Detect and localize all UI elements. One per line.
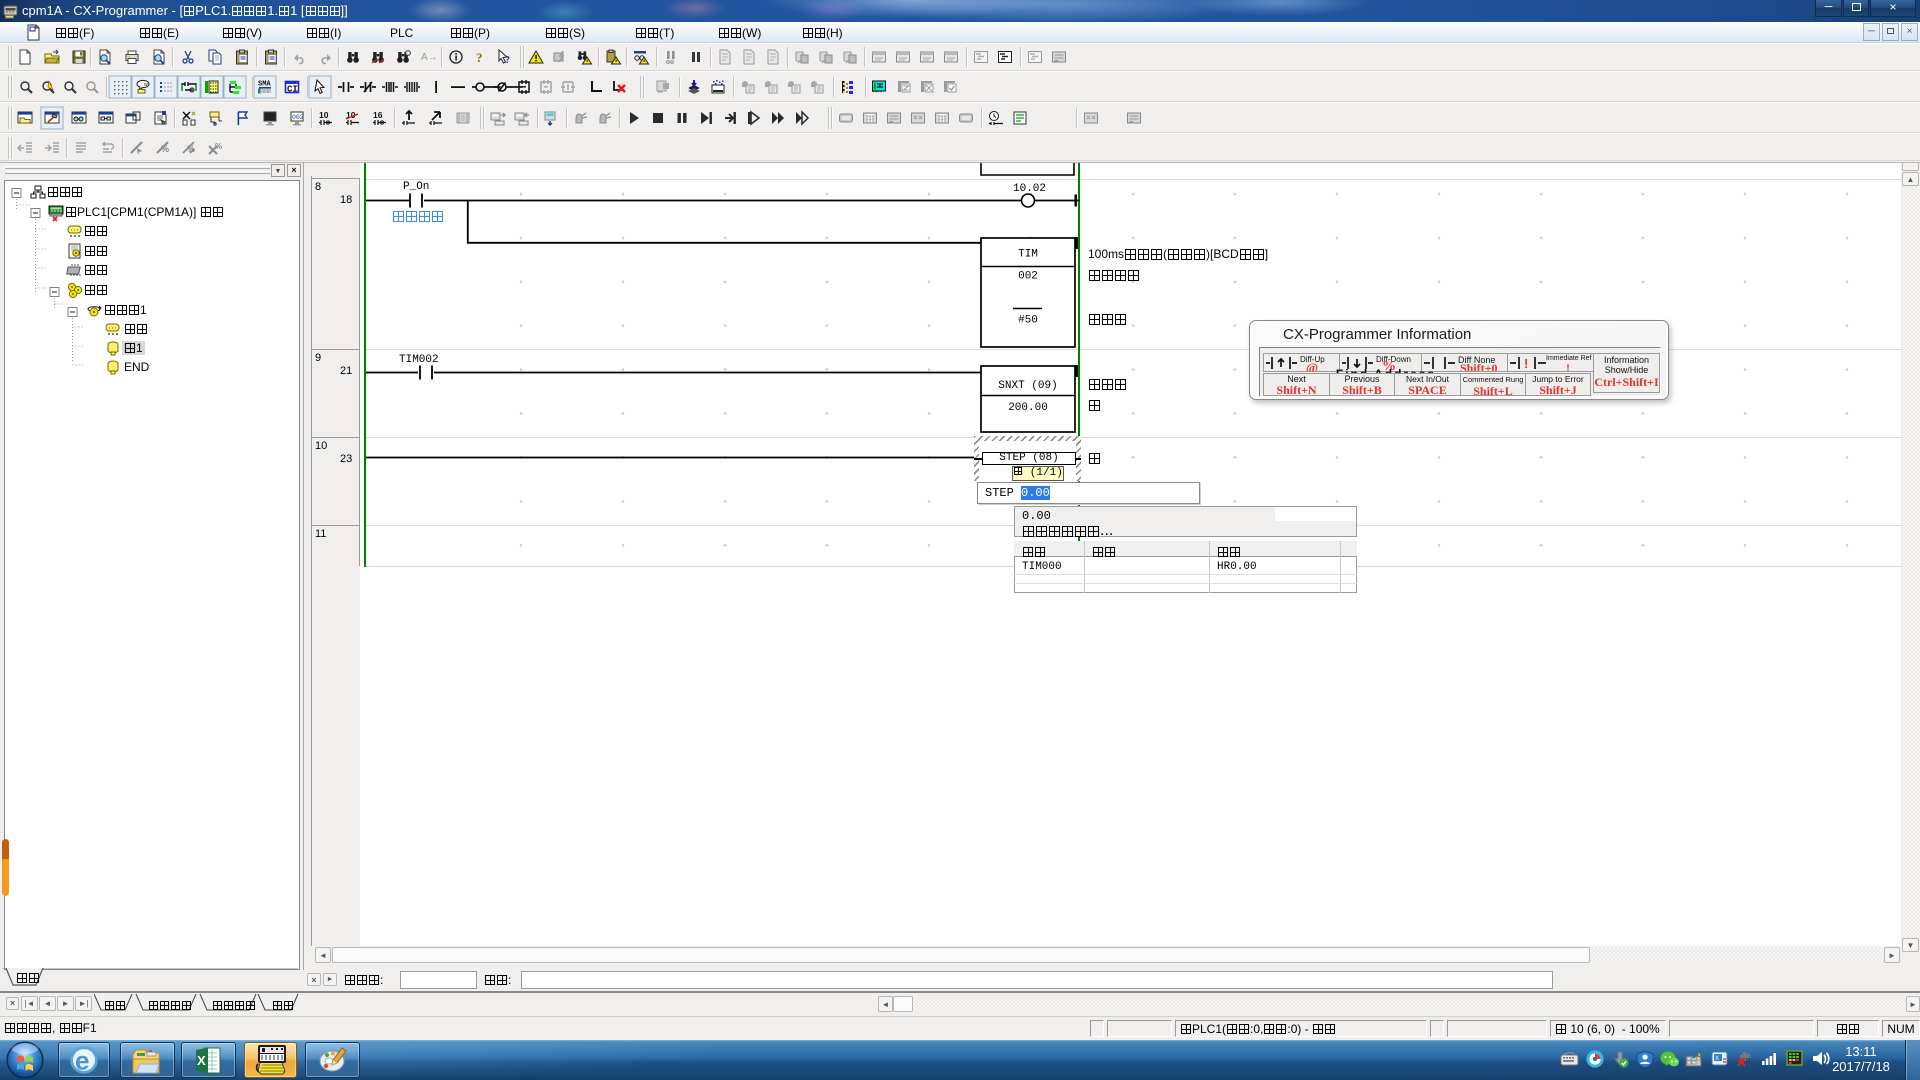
svg-text:#50: #50 [1018, 315, 1038, 327]
svg-text:X: X [197, 1053, 206, 1068]
svg-text:002: 002 [1018, 271, 1038, 283]
svg-text:SNXT (09): SNXT (09) [998, 380, 1057, 392]
svg-text:e: e [75, 1046, 89, 1076]
svg-text:X: X [1715, 1056, 1719, 1062]
svg-text:TIM: TIM [1018, 249, 1038, 261]
svg-text:200.00: 200.00 [1008, 402, 1048, 414]
svg-text:!: ! [1524, 356, 1528, 371]
